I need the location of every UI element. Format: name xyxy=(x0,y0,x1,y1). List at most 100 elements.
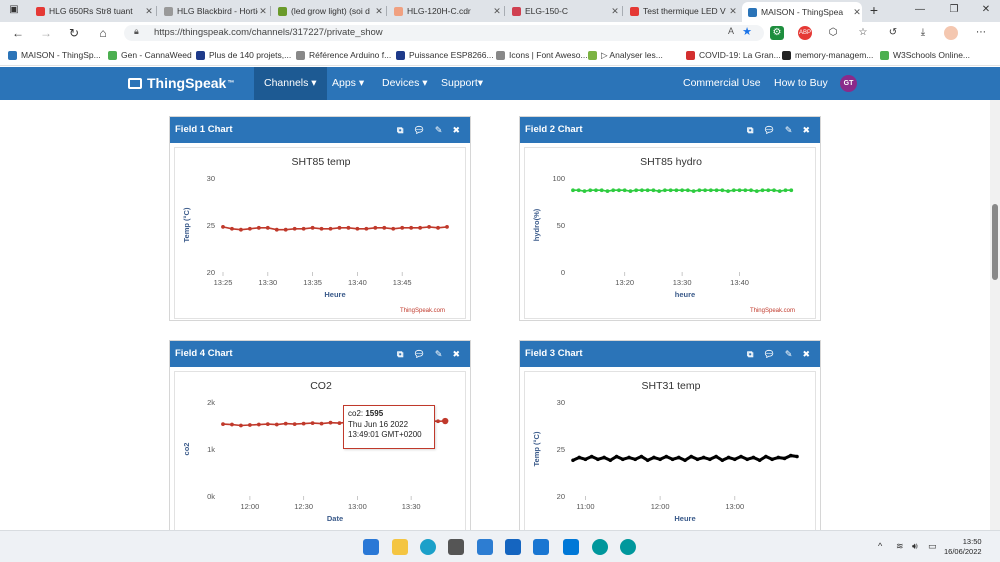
edit-pencil-icon[interactable]: ✎ xyxy=(785,341,793,367)
read-aloud-icon[interactable]: A xyxy=(728,26,734,36)
nav-channels[interactable]: Channels ▾ xyxy=(254,67,327,100)
app-icon[interactable] xyxy=(477,539,493,555)
favorites-icon[interactable]: ☆ xyxy=(856,26,870,40)
bookmark-item[interactable]: Référence Arduino f... xyxy=(296,48,391,62)
scrollbar-thumb[interactable] xyxy=(992,204,998,280)
y-tick-label: 0 xyxy=(561,268,565,277)
comment-icon[interactable]: 💬︎ xyxy=(413,117,424,143)
back-icon[interactable]: ← xyxy=(10,25,26,41)
bookmark-label: Plus de 140 projets,... xyxy=(209,50,292,60)
user-avatar[interactable]: GT xyxy=(840,75,857,92)
address-bar[interactable]: 🔒︎ https://thingspeak.com/channels/31722… xyxy=(124,25,764,41)
home-icon[interactable]: ⌂ xyxy=(95,25,111,41)
edit-pencil-icon[interactable]: ✎ xyxy=(435,341,443,367)
volume-icon[interactable]: 🔊︎ xyxy=(912,541,918,552)
close-icon[interactable]: ✕ xyxy=(144,6,154,17)
browser-tab[interactable]: Test thermique LED V ✕ xyxy=(624,2,738,20)
nav-apps[interactable]: Apps ▾ xyxy=(322,67,374,100)
close-icon[interactable]: ✕ xyxy=(492,6,502,17)
close-icon[interactable]: ✖ xyxy=(802,117,810,143)
page-scrollbar[interactable] xyxy=(990,100,1000,530)
close-icon[interactable]: ✖ xyxy=(802,341,810,367)
bookmark-item[interactable]: memory-managem... xyxy=(782,48,873,62)
bookmark-item[interactable]: COVID-19: La Gran... xyxy=(686,48,781,62)
file-explorer-icon[interactable] xyxy=(392,539,408,555)
x-axis-label: heure xyxy=(675,290,695,299)
bookmark-favicon-icon xyxy=(496,50,505,60)
adblock-icon[interactable]: ABP xyxy=(798,26,812,40)
browser-tab[interactable]: ELG-150-C ✕ xyxy=(506,2,620,20)
close-icon[interactable]: ✕ xyxy=(258,6,268,17)
forward-icon[interactable]: → xyxy=(38,25,54,41)
external-link-icon[interactable]: ⧉ xyxy=(397,117,403,143)
close-icon[interactable]: ✕ xyxy=(374,6,384,17)
comment-icon[interactable]: 💬︎ xyxy=(413,341,424,367)
external-link-icon[interactable]: ⧉ xyxy=(397,341,403,367)
nav-devices[interactable]: Devices ▾ xyxy=(372,67,438,100)
close-icon[interactable]: ✕ xyxy=(852,7,862,18)
bookmark-item[interactable]: Gen - CannaWeed xyxy=(108,48,192,62)
data-point xyxy=(577,455,582,460)
external-link-icon[interactable]: ⧉ xyxy=(747,341,753,367)
y-tick-label: 1k xyxy=(207,445,215,454)
new-tab-icon[interactable]: + xyxy=(864,2,884,18)
start-windows-icon[interactable] xyxy=(363,539,379,555)
browser-tab-active[interactable]: MAISON - ThingSpea ✕ xyxy=(742,2,862,22)
bookmark-item[interactable]: MAISON - ThingSp... xyxy=(8,48,101,62)
profile-avatar[interactable] xyxy=(944,26,958,40)
downloads-icon[interactable]: ⤓ xyxy=(916,26,930,40)
maximize-icon[interactable]: ❐ xyxy=(944,2,964,18)
bookmark-favicon-icon xyxy=(296,50,305,60)
tab-actions-icon[interactable]: ▣ xyxy=(4,2,24,18)
browser-tab[interactable]: HLG Blackbird - Hortic ✕ xyxy=(158,2,268,20)
bookmark-item[interactable]: ▷ Analyser les... xyxy=(588,48,663,62)
chevron-up-icon[interactable]: ^ xyxy=(878,541,882,551)
edit-pencil-icon[interactable]: ✎ xyxy=(785,117,793,143)
favorite-star-icon[interactable]: ★ xyxy=(742,25,752,38)
lock-icon[interactable]: 🔒︎ xyxy=(134,26,139,37)
more-menu-icon[interactable]: ⋯ xyxy=(974,26,988,40)
thingspeak-logo[interactable]: ThingSpeak ™ xyxy=(128,75,234,91)
comment-icon[interactable]: 💬︎ xyxy=(763,117,774,143)
bookmark-item[interactable]: Puissance ESP8266... xyxy=(396,48,494,62)
browser-tab[interactable]: HLG-120H-C.cdr ✕ xyxy=(388,2,502,20)
edge-icon[interactable] xyxy=(420,539,436,555)
minimize-icon[interactable]: — xyxy=(910,2,930,18)
system-clock[interactable]: 13:50 16/06/2022 xyxy=(944,537,982,557)
reload-icon[interactable]: ↻ xyxy=(66,25,82,41)
app-icon[interactable] xyxy=(533,539,549,555)
data-point xyxy=(737,188,742,193)
nav-support[interactable]: Support▾ xyxy=(431,67,493,100)
vscode-icon[interactable] xyxy=(563,539,579,555)
data-point xyxy=(608,458,613,463)
close-icon[interactable]: ✕ xyxy=(610,6,620,17)
bookmark-item[interactable]: W3Schools Online... xyxy=(880,48,970,62)
bookmark-favicon-icon xyxy=(880,50,889,60)
comment-icon[interactable]: 💬︎ xyxy=(763,341,774,367)
nav-commercial-use[interactable]: Commercial Use xyxy=(673,67,771,100)
extension-icon[interactable]: ⚙ xyxy=(770,26,784,40)
arduino-icon[interactable] xyxy=(620,539,636,555)
close-icon[interactable]: ✖ xyxy=(452,117,460,143)
bookmark-item[interactable]: Icons | Font Aweso... xyxy=(496,48,588,62)
battery-icon[interactable]: ▭ xyxy=(928,541,937,552)
tab-favicon-icon xyxy=(164,6,173,16)
data-point xyxy=(683,458,687,463)
arduino-icon[interactable] xyxy=(592,539,608,555)
nav-how-to-buy[interactable]: How to Buy xyxy=(764,67,838,100)
extensions-icon[interactable]: ⬡ xyxy=(826,26,840,40)
close-icon[interactable]: ✖ xyxy=(452,341,460,367)
app-icon[interactable] xyxy=(448,539,464,555)
close-icon[interactable]: ✕ xyxy=(728,6,738,17)
window-close-icon[interactable]: ✕ xyxy=(976,2,996,18)
app-icon[interactable] xyxy=(505,539,521,555)
history-icon[interactable]: ↺ xyxy=(886,26,900,40)
browser-tab[interactable]: (led grow light) (soi d ✕ xyxy=(272,2,384,20)
browser-tab[interactable]: HLG 650Rs Str8 tuant ✕ xyxy=(30,2,154,20)
edit-pencil-icon[interactable]: ✎ xyxy=(435,117,443,143)
external-link-icon[interactable]: ⧉ xyxy=(747,117,753,143)
data-point xyxy=(776,455,781,460)
wifi-icon[interactable]: ≋ xyxy=(896,541,904,552)
data-point xyxy=(731,188,736,193)
bookmark-item[interactable]: Plus de 140 projets,... xyxy=(196,48,291,62)
